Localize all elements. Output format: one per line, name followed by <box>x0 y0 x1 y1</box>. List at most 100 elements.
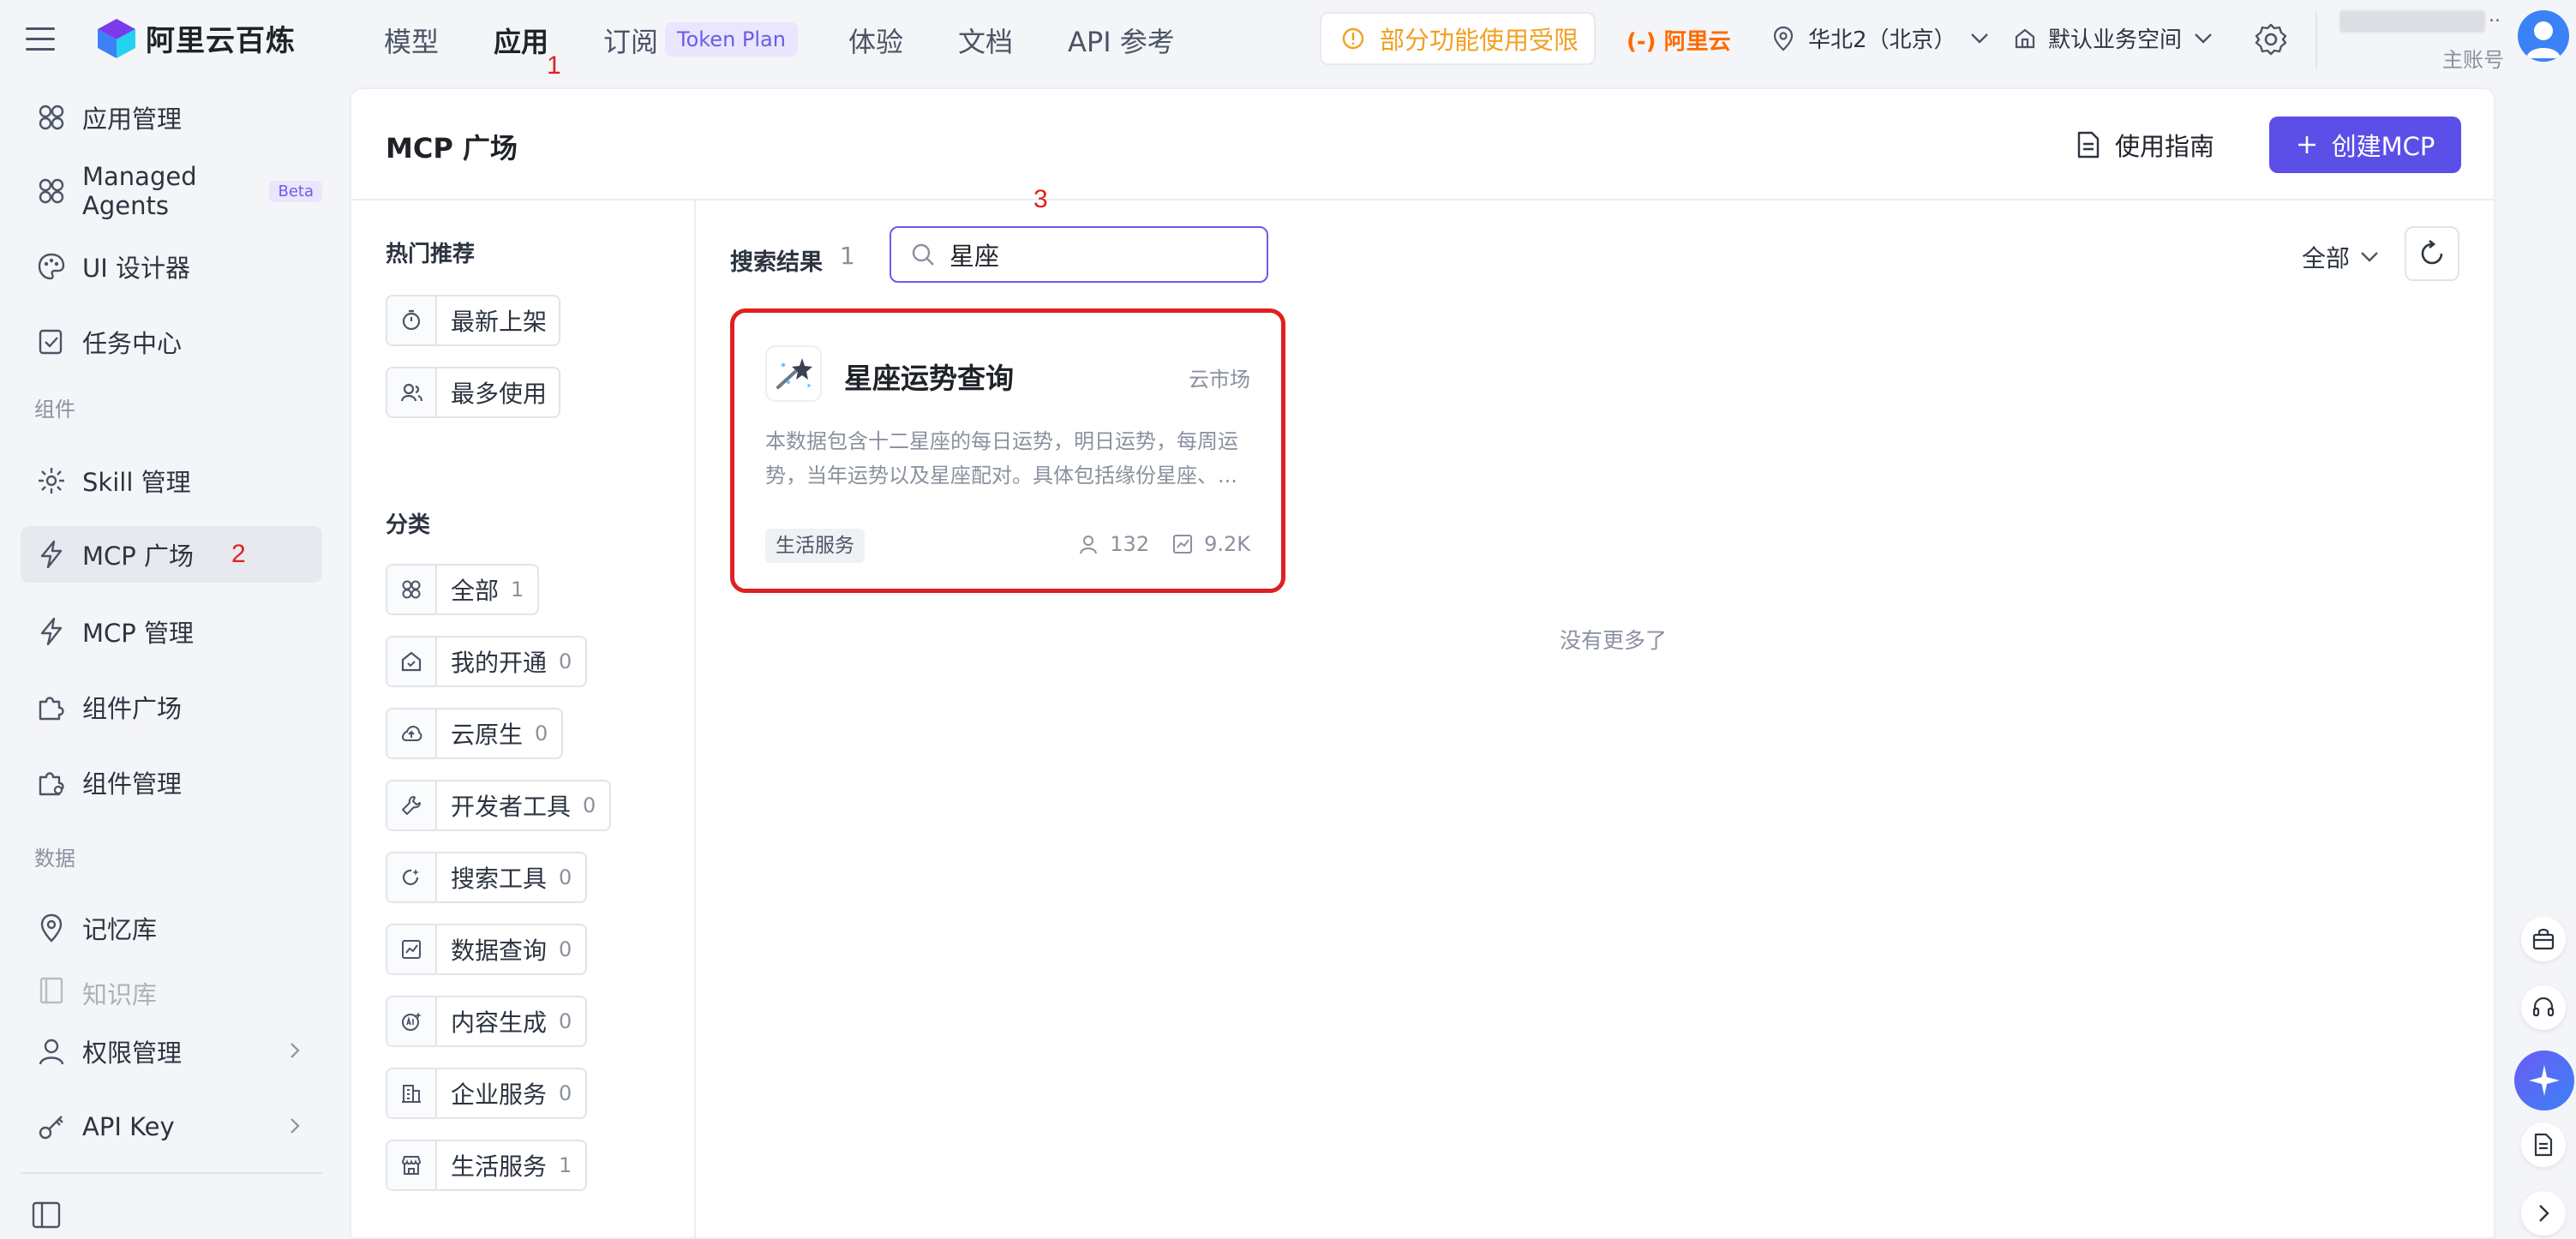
lightning-icon <box>40 540 63 569</box>
floating-support-button[interactable] <box>2521 985 2566 1030</box>
floating-doc-button[interactable] <box>2521 1122 2566 1167</box>
memory-pin-icon <box>40 913 63 943</box>
avatar[interactable] <box>2518 10 2569 62</box>
chip-count: 1 <box>559 1153 572 1177</box>
nav-subscription[interactable]: 订阅 <box>603 21 658 60</box>
assistant-spark-icon <box>2529 1065 2560 1096</box>
guide-label: 使用指南 <box>2115 132 2215 161</box>
create-mcp-label: 创建MCP <box>2331 132 2435 161</box>
category-cloud-native[interactable]: 云原生 0 <box>386 708 564 759</box>
search-input[interactable] <box>950 240 1241 269</box>
annotation-number-1: 1 <box>547 51 561 80</box>
card-title: 星座运势查询 <box>844 362 1014 395</box>
floating-expand-button[interactable] <box>2521 1191 2566 1236</box>
card-source: 云市场 <box>1189 368 1250 392</box>
collapse-sidebar-icon[interactable] <box>31 1200 62 1230</box>
puzzle-icon <box>39 697 64 721</box>
sidebar-item-knowledge-base[interactable]: 知识库 <box>21 972 322 1009</box>
category-developer-tools[interactable]: 开发者工具 0 <box>386 780 612 831</box>
sidebar-item-managed-agents[interactable]: Managed Agents Beta <box>21 162 322 220</box>
brand-name: 阿里云百炼 <box>146 24 296 58</box>
search-results-label: 搜索结果 <box>730 249 823 276</box>
sidebar-item-mcp-plaza[interactable]: MCP 广场 2 <box>21 526 322 583</box>
sidebar-item-component-plaza[interactable]: 组件广场 <box>21 679 322 735</box>
chip-label: 最新上架 <box>451 308 548 336</box>
scope-filter-value: 全部 <box>2302 244 2351 272</box>
book-icon <box>39 977 63 1004</box>
sidebar-item-app-management[interactable]: 应用管理 <box>21 89 322 146</box>
sidebar-item-ui-designer[interactable]: UI 设计器 <box>21 238 322 295</box>
token-plan-badge[interactable]: Token Plan <box>665 22 798 57</box>
chip-label: 最多使用 <box>451 380 548 408</box>
guide-button[interactable]: 使用指南 <box>2076 127 2214 163</box>
bailian-logo-icon <box>96 17 137 60</box>
category-title: 分类 <box>386 512 431 538</box>
sidebar-item-task-center[interactable]: 任务中心 <box>21 314 322 370</box>
create-mcp-button[interactable]: 创建MCP <box>2269 117 2461 173</box>
aliyun-logo[interactable]: (-) 阿里云 <box>1626 24 1731 56</box>
chip-label: 数据查询 <box>451 937 548 965</box>
chip-label: 云原生 <box>451 721 524 749</box>
hot-recommend-title: 热门推荐 <box>386 242 476 267</box>
annotation-number-2: 2 <box>231 540 246 568</box>
no-more-results: 没有更多了 <box>1560 628 1668 653</box>
sidebar-item-api-key[interactable]: API Key <box>21 1098 322 1155</box>
category-all[interactable]: 全部 1 <box>386 564 540 615</box>
chart-line-icon <box>402 940 421 959</box>
settings-gear-icon[interactable] <box>2254 22 2288 57</box>
nav-apps[interactable]: 应用 <box>494 21 548 60</box>
floating-bag-button[interactable] <box>2521 917 2566 961</box>
feature-restricted-notice[interactable]: 部分功能使用受限 <box>1320 12 1596 65</box>
cloud-upload-icon <box>402 725 422 741</box>
nav-docs[interactable]: 文档 <box>958 21 1013 60</box>
skill-sparkle-icon <box>39 468 64 494</box>
category-content-generation[interactable]: 内容生成 0 <box>386 996 588 1047</box>
hot-filter-most-used[interactable]: 最多使用 <box>386 367 561 418</box>
sidebar-item-label: MCP 广场 <box>82 542 194 571</box>
sidebar-item-memory[interactable]: 记忆库 <box>21 900 322 956</box>
nav-api-reference[interactable]: API 参考 <box>1068 21 1175 60</box>
menu-icon[interactable] <box>24 24 58 55</box>
region-selector[interactable]: 华北2（北京） <box>1772 22 1989 54</box>
sidebar-group-data: 数据 <box>34 847 75 871</box>
category-enterprise-services[interactable]: 企业服务 0 <box>386 1068 588 1119</box>
sidebar-item-label: Managed Agents <box>82 162 197 220</box>
chip-label: 内容生成 <box>451 1009 548 1037</box>
sidebar-item-mcp-management[interactable]: MCP 管理 <box>21 603 322 660</box>
nav-experience[interactable]: 体验 <box>848 21 903 60</box>
scope-filter-dropdown[interactable]: 全部 <box>2302 240 2379 274</box>
document-icon <box>2077 131 2100 159</box>
sidebar-item-skill-management[interactable]: Skill 管理 <box>21 452 322 509</box>
category-search-tools[interactable]: 搜索工具 0 <box>386 852 588 903</box>
category-life-services[interactable]: 生活服务 1 <box>386 1140 588 1191</box>
topbar-divider <box>2315 12 2317 69</box>
sidebar-item-permissions[interactable]: 权限管理 <box>21 1023 322 1080</box>
ai-generate-icon <box>402 1012 422 1031</box>
workspace-selector[interactable]: 默认业务空间 <box>2014 22 2213 54</box>
warning-text: 部分功能使用受限 <box>1380 26 1579 55</box>
chevron-right-icon <box>2539 1205 2549 1222</box>
top-bar: 阿里云百炼 模型 应用 1 订阅 Token Plan 体验 文档 API 参考… <box>0 0 2576 80</box>
category-my-activated[interactable]: 我的开通 0 <box>386 636 588 687</box>
nav-models[interactable]: 模型 <box>384 21 439 60</box>
building-icon <box>402 1085 421 1103</box>
search-box[interactable] <box>890 226 1268 283</box>
sidebar-item-label: 记忆库 <box>82 915 158 944</box>
plus-icon <box>2297 136 2315 153</box>
beta-badge: Beta <box>269 180 322 202</box>
sidebar-item-label: UI 设计器 <box>82 254 190 283</box>
region-label: 华北2（北京） <box>1808 27 1956 53</box>
sidebar-group-components: 组件 <box>34 398 75 422</box>
refresh-button[interactable] <box>2405 226 2459 281</box>
hot-filter-newest[interactable]: 最新上架 <box>386 295 561 346</box>
header-divider <box>351 199 2494 201</box>
category-data-query[interactable]: 数据查询 0 <box>386 924 588 975</box>
card-stats: 132 9.2K <box>1077 532 1250 556</box>
warning-icon <box>1342 27 1364 50</box>
chevron-down-icon <box>2361 252 2378 262</box>
floating-assistant-button[interactable] <box>2514 1050 2574 1110</box>
bag-icon <box>2532 928 2555 950</box>
sidebar-item-label: 权限管理 <box>82 1038 183 1068</box>
sidebar-item-component-management[interactable]: 组件管理 <box>21 754 322 811</box>
mcp-card[interactable]: 星座运势查询 云市场 本数据包含十二星座的每日运势，明日运势，每周运势，当年运势… <box>730 308 1285 593</box>
